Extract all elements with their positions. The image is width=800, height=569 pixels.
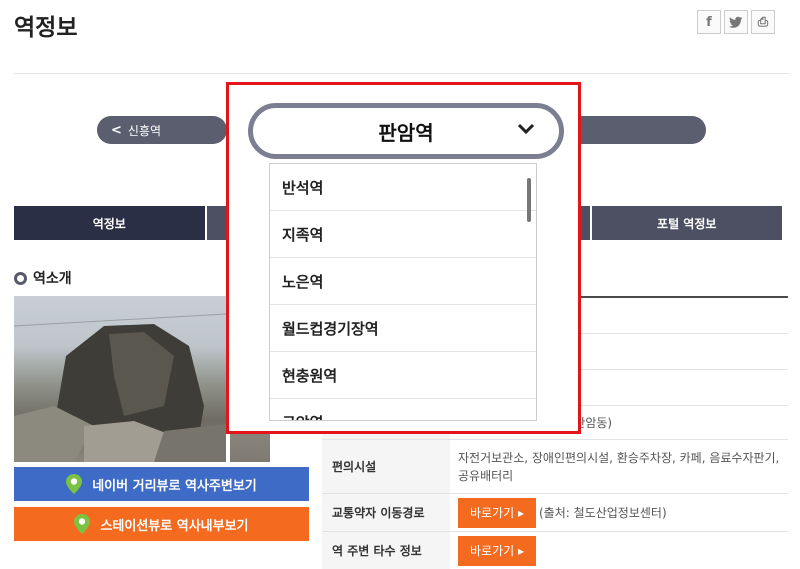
list-scrollbar[interactable] [527,178,531,222]
naver-streetview-label: 네이버 거리뷰로 역사주변보기 [92,478,257,494]
table-row: 편의시설 자전거보관소, 장애인편의시설, 환승주차장, 카페, 음료수자판기,… [322,440,788,494]
stationview-button[interactable]: 스테이션뷰로 역사내부보기 [14,507,309,541]
rock-photo-illustration [14,313,226,462]
transfer-info-label: 역 주변 타수 정보 [322,532,450,569]
mobility-route-label: 교통약자 이동경로 [322,494,450,531]
facebook-icon[interactable]: f [697,10,721,34]
print-icon[interactable]: ⎙ [751,10,775,34]
list-item[interactable]: 반석역 [270,164,536,211]
list-item[interactable]: 현충원역 [270,352,536,399]
share-bar: f ⎙ [697,10,775,34]
table-row: 교통약자 이동경로 바로가기 ▸ (출처: 철도산업정보센터) [322,494,788,532]
facilities-value: 자전거보관소, 장애인편의시설, 환승주차장, 카페, 음료수자판기, 공유배터… [458,450,780,483]
station-option-list[interactable]: 반석역 지족역 노은역 월드컵경기장역 현충원역 구암역 [269,163,537,421]
page-title: 역정보 [14,15,78,41]
circle-bullet-icon [14,271,27,285]
twitter-icon[interactable] [724,10,748,34]
list-item[interactable]: 월드컵경기장역 [270,305,536,352]
list-item[interactable]: 노은역 [270,258,536,305]
map-pin-icon [74,514,91,534]
map-pin-icon [66,474,83,494]
tab-portal-info[interactable]: 포털 역정보 [592,206,783,240]
mobility-route-button[interactable]: 바로가기 ▸ [458,497,536,528]
selected-station: 판암역 [378,120,434,145]
section-title: 역소개 [33,271,72,287]
next-station-button[interactable] [560,116,706,144]
prev-station-label: 신흥역 [127,123,162,138]
naver-streetview-button[interactable]: 네이버 거리뷰로 역사주변보기 [14,467,309,501]
chevron-left-icon: < [111,122,122,138]
transfer-info-button[interactable]: 바로가기 ▸ [458,535,536,566]
chevron-down-icon [517,123,535,135]
header-divider [14,73,790,74]
list-item[interactable]: 지족역 [270,211,536,258]
station-select[interactable]: 판암역 [248,103,564,159]
facilities-label: 편의시설 [322,440,450,493]
tab-station-info[interactable]: 역정보 [14,206,207,240]
list-item[interactable]: 구암역 [270,399,536,421]
stationview-label: 스테이션뷰로 역사내부보기 [100,518,249,534]
twitter-bird-icon [729,16,743,28]
table-row: 역 주변 타수 정보 바로가기 ▸ [322,532,788,569]
section-heading: 역소개 [14,268,72,288]
station-select-dropdown: 판암역 반석역 지족역 노은역 월드컵경기장역 현충원역 구암역 [226,82,581,434]
mobility-source-note: (출처: 철도산업정보센터) [539,505,667,520]
station-photo [14,296,226,462]
prev-station-button[interactable]: < 신흥역 [97,116,227,144]
